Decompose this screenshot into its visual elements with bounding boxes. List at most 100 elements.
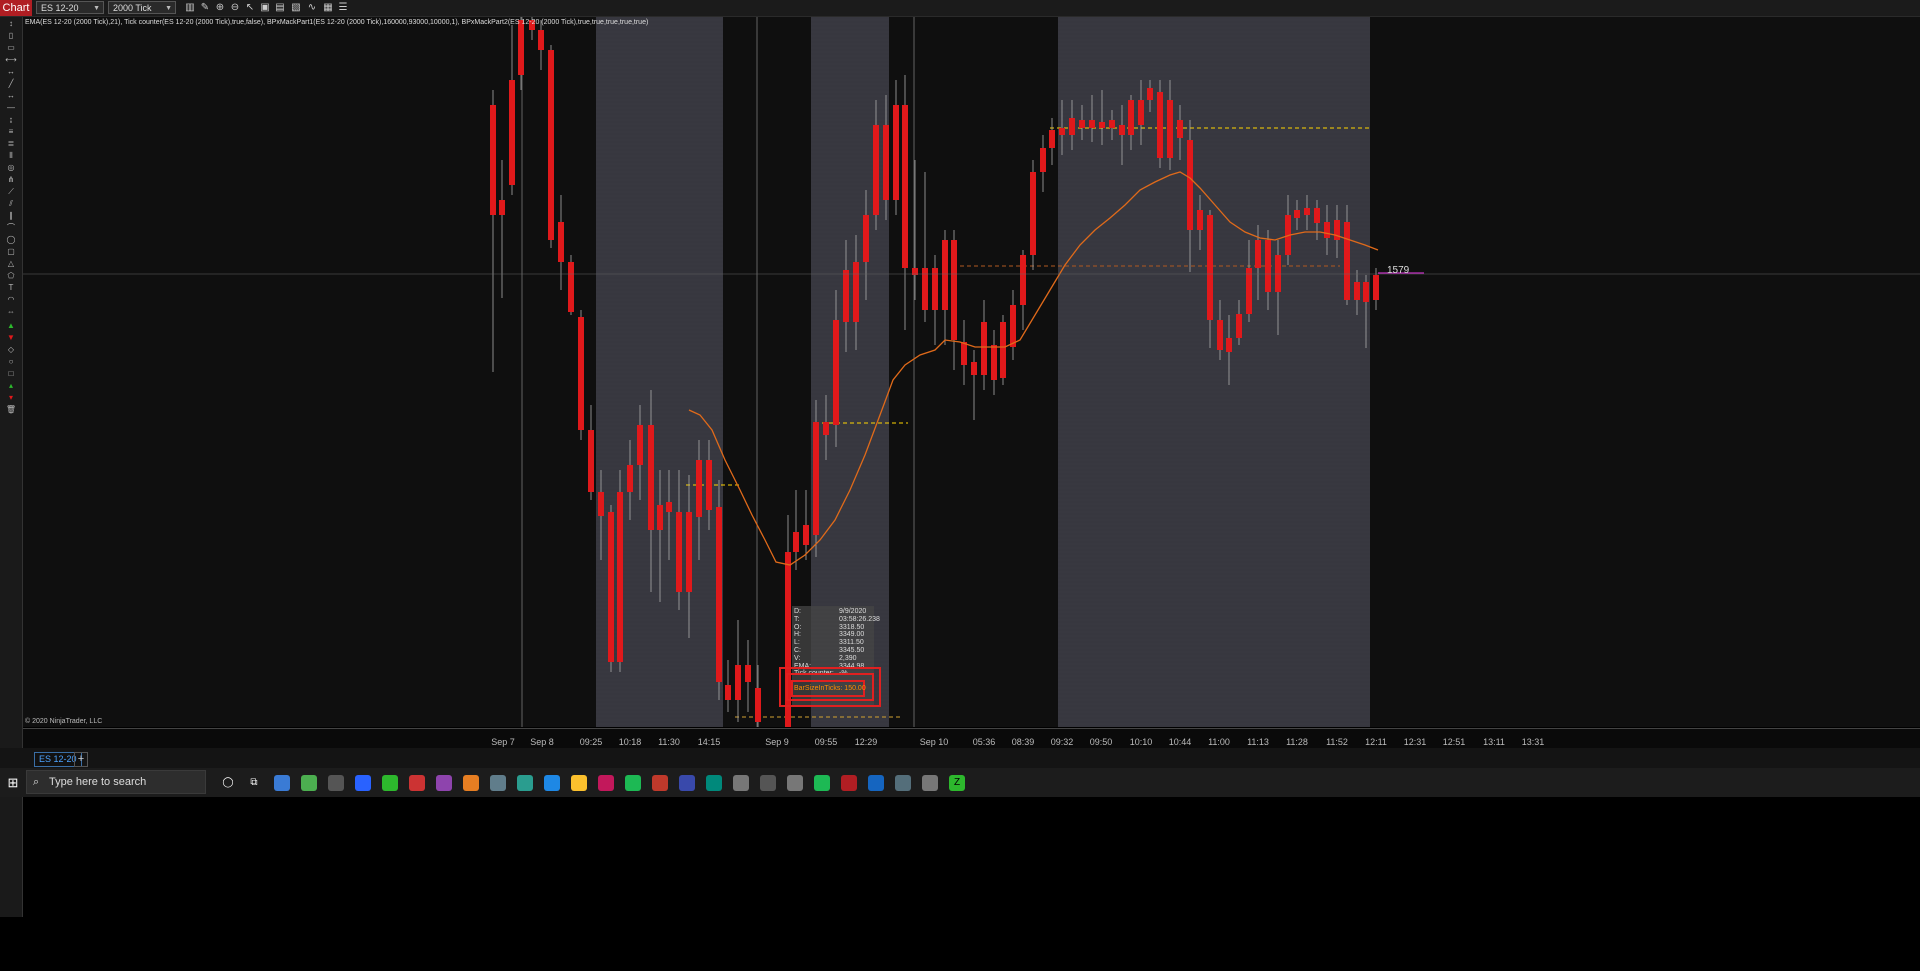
trash-icon[interactable]: 🗑 — [5, 405, 17, 415]
regression-channel-icon[interactable]: ⫽ — [5, 199, 17, 209]
time-axis-label: 13:11 — [1483, 737, 1505, 747]
zoom-in-icon[interactable]: ⊕ — [214, 2, 226, 14]
chart-panel[interactable] — [23, 15, 1920, 727]
square-icon[interactable]: □ — [5, 369, 17, 379]
app-icon[interactable] — [760, 775, 776, 791]
ellipse-icon[interactable]: ◯ — [5, 235, 17, 245]
candle-body — [1177, 120, 1183, 138]
triangle-up-icon[interactable]: ▴ — [5, 381, 17, 391]
pointer-icon[interactable]: ↖ — [244, 2, 256, 14]
app-icon[interactable] — [355, 775, 371, 791]
candle-down — [1049, 118, 1055, 165]
store-icon[interactable] — [301, 775, 317, 791]
andrews-pitchfork-icon[interactable]: ⋔ — [5, 175, 17, 185]
ruler-tool-icon[interactable]: ▯ — [5, 31, 17, 41]
arc-2-icon[interactable]: ◠ — [5, 295, 17, 305]
bar-size-ticks-label: BarSizeInTicks: 150.00 — [794, 685, 866, 692]
candle-down — [558, 195, 564, 290]
horizontal-line-icon[interactable]: — — [5, 103, 17, 113]
rectangle-tool-icon[interactable]: ▭ — [5, 43, 17, 53]
rectangle-icon[interactable]: ▢ — [5, 247, 17, 257]
arc-icon[interactable]: ⌒ — [5, 223, 17, 233]
time-zones-icon[interactable]: ⦀ — [5, 151, 17, 161]
indicators-icon[interactable]: ∿ — [306, 2, 318, 14]
price-chart[interactable] — [23, 15, 1920, 727]
add-tab-button[interactable]: + — [74, 752, 88, 767]
candle-body — [813, 422, 819, 535]
steam-icon[interactable] — [571, 775, 587, 791]
candle-body — [1246, 268, 1252, 314]
circle-fib-icon[interactable]: ◎ — [5, 163, 17, 173]
zoom-icon[interactable]: Z — [949, 775, 965, 791]
app-icon[interactable] — [841, 775, 857, 791]
candle-body — [793, 532, 799, 552]
text-icon[interactable]: T — [5, 283, 17, 293]
period-selector[interactable]: 2000 Tick ▼ — [108, 1, 176, 14]
arrow-down-icon[interactable]: ▼ — [5, 333, 17, 343]
time-axis-label: 12:51 — [1442, 737, 1466, 747]
extended-line-icon[interactable]: ↔ — [5, 91, 17, 101]
app-icon[interactable] — [922, 775, 938, 791]
app-icon[interactable] — [463, 775, 479, 791]
spotify-icon[interactable] — [787, 775, 803, 791]
candle-down — [1030, 160, 1036, 270]
triangle-down-icon[interactable]: ▾ — [5, 393, 17, 403]
line-tool-icon[interactable]: ⟷ — [5, 55, 17, 65]
ninjatrader-icon[interactable] — [814, 775, 830, 791]
parallel-lines-icon[interactable]: ∥ — [5, 211, 17, 221]
file-explorer-icon[interactable] — [274, 775, 290, 791]
task-view-icon[interactable]: ⧉ — [246, 775, 262, 791]
gann-fan-icon[interactable]: ⟋ — [5, 187, 17, 197]
candle-body — [1304, 208, 1310, 215]
candle-down — [568, 255, 574, 315]
diamond-icon[interactable]: ◇ — [5, 345, 17, 355]
app-icon[interactable] — [652, 775, 668, 791]
data-box-icon[interactable]: ☰ — [337, 2, 349, 14]
properties-icon[interactable]: ▤ — [274, 2, 286, 14]
chrome-icon[interactable] — [328, 775, 344, 791]
cortana-icon[interactable]: ◯ — [220, 775, 236, 791]
app-icon[interactable] — [382, 775, 398, 791]
dot-icon[interactable]: ○ — [5, 357, 17, 367]
polygon-icon[interactable]: ⬠ — [5, 271, 17, 281]
arrow-up-icon[interactable]: ▲ — [5, 321, 17, 331]
windows-start-icon[interactable]: ⊞ — [5, 775, 21, 791]
candle-body — [1354, 282, 1360, 300]
arrow-tool-icon[interactable]: ↕ — [5, 19, 17, 29]
snapshot-icon[interactable]: ▣ — [259, 2, 271, 14]
candle-down — [578, 310, 584, 440]
settings-icon[interactable] — [895, 775, 911, 791]
app-icon[interactable] — [598, 775, 614, 791]
app-icon[interactable] — [625, 775, 641, 791]
app-icon[interactable] — [490, 775, 506, 791]
data-box-key: D: — [794, 608, 801, 615]
strategies-icon[interactable]: ▧ — [290, 2, 302, 14]
chart-window-tab[interactable]: Chart — [0, 0, 32, 16]
app-icon[interactable] — [679, 775, 695, 791]
taskbar-search-box[interactable]: ⌕ Type here to search — [26, 770, 206, 794]
risk-reward-icon[interactable]: ⇔ — [5, 307, 17, 317]
app-icon[interactable] — [733, 775, 749, 791]
app-icon[interactable] — [706, 775, 722, 791]
candle-body — [981, 322, 987, 375]
instrument-selector[interactable]: ES 12-20 ▼ — [36, 1, 104, 14]
fib-extension-icon[interactable]: ≣ — [5, 139, 17, 149]
trend-line-icon[interactable]: ╱ — [5, 79, 17, 89]
app-icon[interactable] — [436, 775, 452, 791]
pencil-icon[interactable]: ✎ — [199, 2, 211, 14]
time-axis[interactable]: Sep 7 Sep 8 09:25 10:18 11:30 14:15 Sep 9 09:55… — [23, 728, 1920, 749]
fibonacci-icon[interactable]: ≡ — [5, 127, 17, 137]
triangle-icon[interactable]: △ — [5, 259, 17, 269]
bars-type-icon[interactable]: ▥ — [184, 2, 196, 14]
time-axis-label: 12:29 — [854, 737, 878, 747]
vertical-line-icon[interactable]: ↨ — [5, 115, 17, 125]
app-icon[interactable] — [868, 775, 884, 791]
templates-icon[interactable]: ▦ — [322, 2, 334, 14]
app-icon[interactable] — [409, 775, 425, 791]
ray-tool-icon[interactable]: ↔ — [5, 67, 17, 77]
app-icon[interactable] — [517, 775, 533, 791]
candle-down — [893, 80, 899, 215]
candle-down — [991, 330, 997, 395]
app-icon[interactable] — [544, 775, 560, 791]
zoom-out-icon[interactable]: ⊖ — [229, 2, 241, 14]
